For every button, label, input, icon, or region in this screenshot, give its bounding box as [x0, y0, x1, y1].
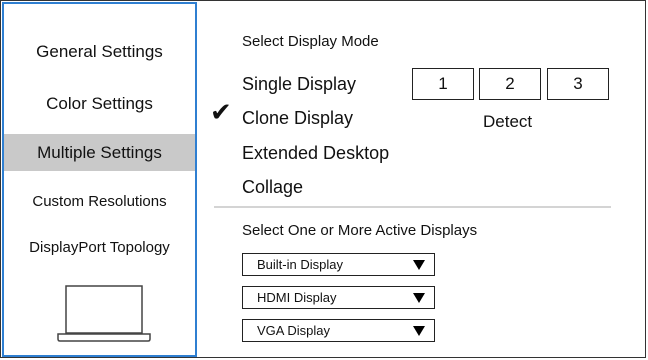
built-in-display-select[interactable]: Built-in Display	[242, 253, 435, 276]
select-value: Built-in Display	[257, 257, 343, 272]
dropdown-arrow-icon	[413, 260, 425, 270]
main-panel: Select Display Mode Single Display ✔ Clo…	[198, 1, 647, 359]
vga-display-select[interactable]: VGA Display	[242, 319, 435, 342]
display-1-button[interactable]: 1	[412, 68, 474, 100]
checkmark-icon: ✔	[210, 97, 232, 127]
sidebar-item-multiple-settings[interactable]: Multiple Settings	[4, 134, 195, 171]
settings-window: General Settings Color Settings Multiple…	[0, 0, 646, 358]
sidebar-item-displayport-topology[interactable]: DisplayPort Topology	[4, 239, 195, 256]
mode-option-single-display[interactable]: Single Display	[242, 74, 356, 95]
display-2-button[interactable]: 2	[479, 68, 541, 100]
mode-option-extended-desktop[interactable]: Extended Desktop	[242, 143, 389, 164]
dropdown-arrow-icon	[413, 293, 425, 303]
display-3-button[interactable]: 3	[547, 68, 609, 100]
sidebar: General Settings Color Settings Multiple…	[2, 2, 197, 357]
laptop-icon	[57, 285, 151, 342]
sidebar-item-color-settings[interactable]: Color Settings	[4, 94, 195, 114]
mode-option-clone-display[interactable]: Clone Display	[242, 108, 353, 129]
active-displays-heading: Select One or More Active Displays	[242, 222, 478, 239]
select-value: VGA Display	[257, 323, 330, 338]
divider	[214, 206, 611, 208]
display-mode-heading: Select Display Mode	[242, 33, 379, 50]
select-value: HDMI Display	[257, 290, 337, 305]
hdmi-display-select[interactable]: HDMI Display	[242, 286, 435, 309]
dropdown-arrow-icon	[413, 326, 425, 336]
sidebar-item-custom-resolutions[interactable]: Custom Resolutions	[4, 193, 195, 210]
mode-option-collage[interactable]: Collage	[242, 177, 303, 198]
sidebar-item-general-settings[interactable]: General Settings	[4, 42, 195, 62]
detect-label[interactable]: Detect	[483, 112, 532, 132]
